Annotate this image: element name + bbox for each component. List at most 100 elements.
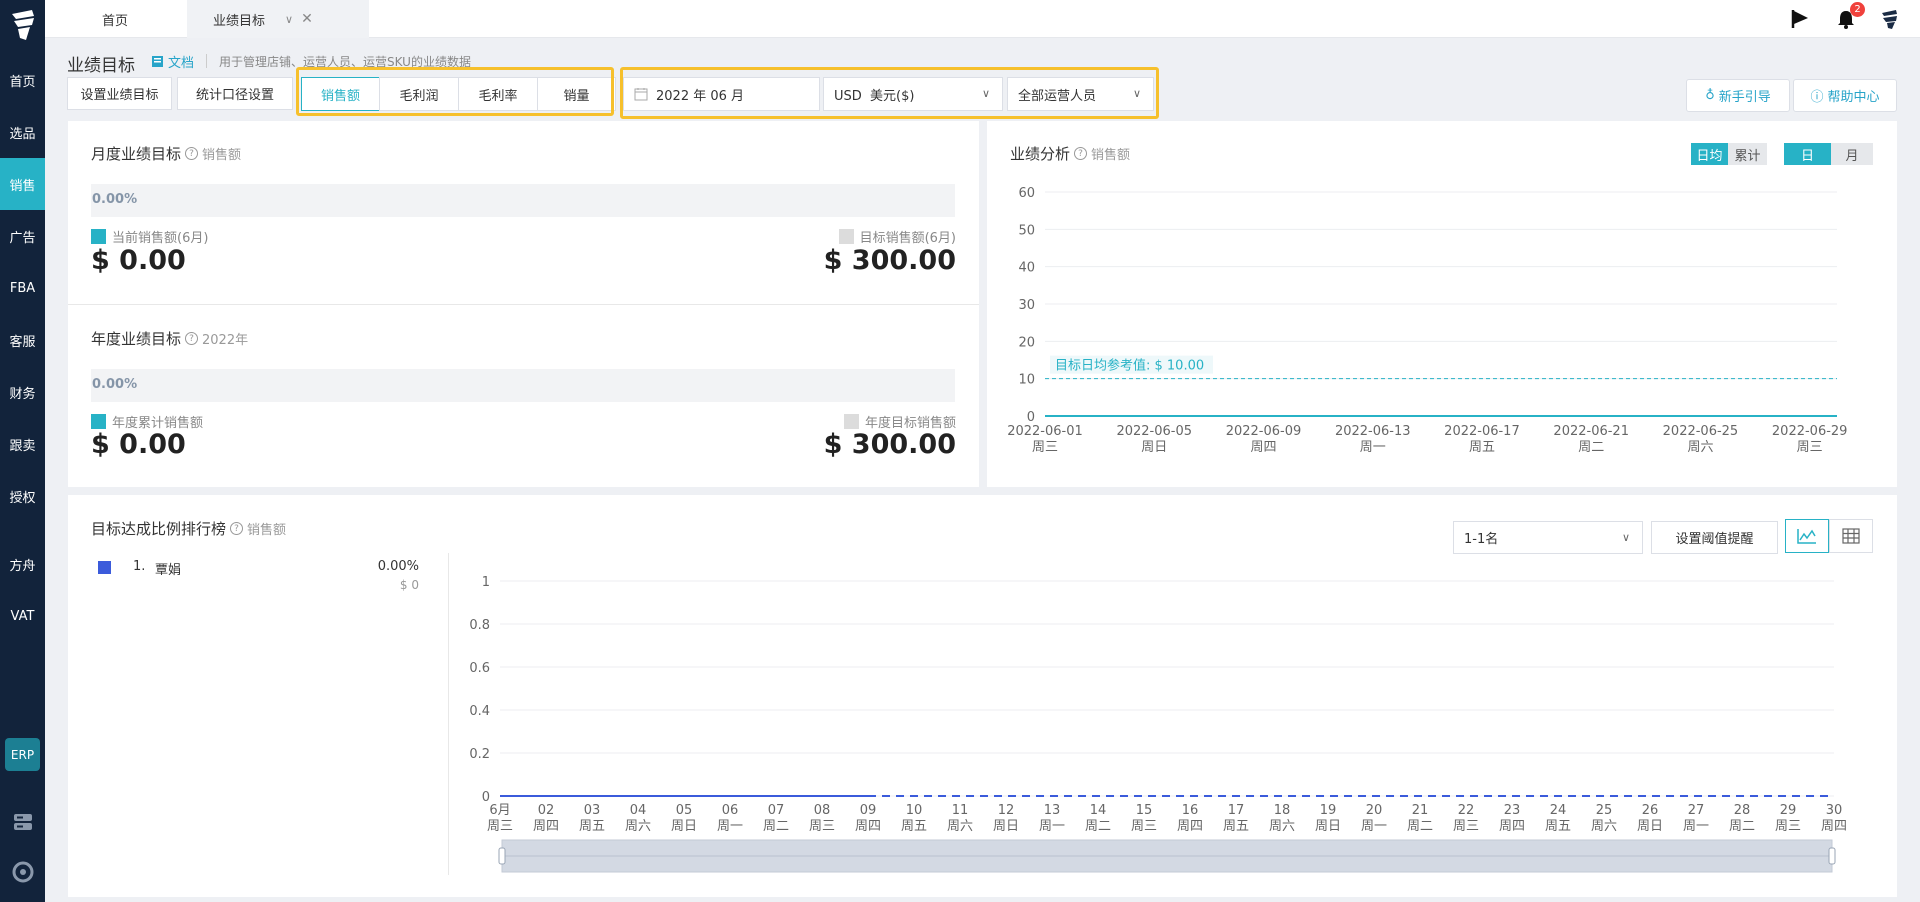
ranking-x-tick: 6月 — [489, 803, 510, 818]
analysis-x-weekday: 周日 — [1141, 440, 1167, 455]
sidebar-erp-button[interactable]: ERP — [5, 738, 40, 771]
chart-view-button[interactable] — [1785, 519, 1829, 553]
analysis-x-weekday: 周三 — [1797, 440, 1823, 455]
ranking-y-tick: 0.6 — [469, 661, 490, 676]
user-avatar-icon[interactable] — [1879, 8, 1901, 30]
ranking-x-tick: 04 — [630, 803, 647, 818]
sidebar-item-ads[interactable]: 广告 — [0, 210, 45, 262]
ranking-x-tick: 30 — [1826, 803, 1843, 818]
analysis-x-weekday: 周二 — [1578, 440, 1604, 455]
ranking-x-weekday: 周五 — [1545, 819, 1571, 834]
chevron-down-icon[interactable]: ∨ — [285, 13, 293, 26]
toggle-month[interactable]: 月 — [1831, 143, 1873, 165]
app-logo-icon[interactable] — [8, 8, 38, 42]
question-icon[interactable]: ? — [1074, 147, 1088, 160]
monthly-current-legend: 当前销售额(6月) — [91, 227, 208, 246]
ranking-x-weekday: 周四 — [855, 819, 881, 834]
analysis-y-tick: 50 — [1018, 223, 1035, 238]
storage-icon[interactable] — [11, 810, 35, 834]
ranking-x-tick: 12 — [998, 803, 1015, 818]
sidebar-item-selection[interactable]: 选品 — [0, 106, 45, 158]
ranking-x-weekday: 周二 — [1407, 819, 1433, 834]
table-icon — [1842, 528, 1860, 544]
range-value: 1-1名 — [1464, 532, 1499, 547]
sidebar-item-follow[interactable]: 跟卖 — [0, 418, 45, 470]
ranking-x-weekday: 周日 — [993, 819, 1019, 834]
analysis-y-tick: 20 — [1018, 335, 1035, 350]
target-panel: 月度业绩目标 ? 销售额 0.00% 当前销售额(6月) $ 0.00 目标销售… — [68, 121, 979, 487]
guide-button[interactable]: ♁ 新手引导 — [1686, 79, 1790, 112]
zoom-handle-left[interactable] — [498, 847, 506, 865]
sidebar-item-ark[interactable]: 方舟 — [0, 538, 45, 590]
header-divider — [206, 54, 207, 68]
ranking-x-tick: 28 — [1734, 803, 1751, 818]
sidebar-item-home[interactable]: 首页 — [0, 54, 45, 106]
ranking-x-tick: 08 — [814, 803, 831, 818]
yearly-target-title: 年度业绩目标 ? 2022年 — [91, 328, 248, 349]
sidebar-item-vat[interactable]: VAT — [0, 590, 45, 642]
ranking-x-weekday: 周一 — [717, 819, 743, 834]
sidebar-item-auth[interactable]: 授权 — [0, 470, 45, 522]
close-icon[interactable]: ✕ — [301, 11, 313, 27]
ranking-x-tick: 14 — [1090, 803, 1107, 818]
tab-home[interactable]: 首页 — [45, 0, 185, 38]
toggle-cumulative[interactable]: 累计 — [1728, 143, 1767, 165]
legend-swatch — [91, 229, 106, 244]
flag-icon[interactable] — [1789, 8, 1811, 30]
ranking-x-weekday: 周日 — [671, 819, 697, 834]
question-icon[interactable]: ? — [185, 147, 199, 160]
filter-highlight-box — [620, 67, 1159, 119]
ranking-x-weekday: 周五 — [1223, 819, 1249, 834]
help-button[interactable]: ⓘ 帮助中心 — [1793, 79, 1897, 112]
monthly-target-title: 月度业绩目标 ? 销售额 — [91, 143, 241, 164]
ranking-x-weekday: 周三 — [1775, 819, 1801, 834]
ranking-x-tick: 02 — [538, 803, 555, 818]
ranking-x-tick: 16 — [1182, 803, 1199, 818]
lightbulb-icon: ♁ — [1705, 88, 1715, 103]
ranking-x-weekday: 周一 — [1361, 819, 1387, 834]
yearly-subtitle: 2022年 — [202, 333, 249, 348]
ranking-x-weekday: 周一 — [1683, 819, 1709, 834]
ranking-x-tick: 22 — [1458, 803, 1475, 818]
toggle-day[interactable]: 日 — [1784, 143, 1831, 165]
ranking-x-weekday: 周二 — [1729, 819, 1755, 834]
range-select[interactable]: 1-1名 ∨ — [1453, 521, 1643, 554]
ranking-x-weekday: 周三 — [487, 819, 513, 834]
sidebar-item-fba[interactable]: FBA — [0, 262, 45, 314]
zoom-handle-right[interactable] — [1828, 847, 1836, 865]
stat-settings-button[interactable]: 统计口径设置 — [177, 77, 293, 110]
analysis-line-chart: 0102030405060目标日均参考值: $ 10.002022-06-01周… — [1007, 186, 1848, 455]
tab-performance-target[interactable]: 业绩目标 ∨ ✕ — [187, 0, 369, 38]
ranking-x-weekday: 周一 — [1039, 819, 1065, 834]
ranking-row-amount: $ 0 — [399, 578, 419, 592]
ranking-x-weekday: 周四 — [1177, 819, 1203, 834]
ranking-x-tick: 13 — [1044, 803, 1061, 818]
table-view-button[interactable] — [1829, 519, 1873, 553]
ranking-x-tick: 03 — [584, 803, 601, 818]
analysis-x-tick: 2022-06-13 — [1335, 424, 1411, 439]
doc-link[interactable]: 文档 — [151, 52, 194, 71]
ranking-x-tick: 26 — [1642, 803, 1659, 818]
sidebar-item-finance[interactable]: 财务 — [0, 366, 45, 418]
yearly-title-text: 年度业绩目标 — [91, 330, 182, 348]
ranking-subtitle: 销售额 — [247, 523, 287, 538]
sidebar-item-sales[interactable]: 销售 — [0, 158, 45, 210]
threshold-alert-button[interactable]: 设置阈值提醒 — [1651, 521, 1778, 554]
yearly-current-value: $ 0.00 — [91, 429, 186, 460]
ranking-row-percent: 0.00% — [377, 559, 419, 574]
yearly-percent: 0.00% — [92, 377, 138, 392]
set-target-button[interactable]: 设置业绩目标 — [67, 77, 172, 110]
analysis-x-tick: 2022-06-29 — [1772, 424, 1848, 439]
analysis-x-weekday: 周四 — [1250, 440, 1276, 455]
book-icon — [152, 56, 163, 67]
sidebar-item-service[interactable]: 客服 — [0, 314, 45, 366]
question-icon[interactable]: ? — [185, 332, 199, 345]
ranking-x-weekday: 周四 — [1499, 819, 1525, 834]
support-icon[interactable] — [11, 860, 35, 884]
ranking-row-name[interactable]: 覃娟 — [155, 559, 181, 578]
legend-swatch — [91, 414, 106, 429]
question-icon[interactable]: ? — [230, 522, 244, 535]
ranking-x-weekday: 周日 — [1637, 819, 1663, 834]
ranking-x-tick: 19 — [1320, 803, 1337, 818]
toggle-daily-average[interactable]: 日均 — [1691, 143, 1728, 165]
